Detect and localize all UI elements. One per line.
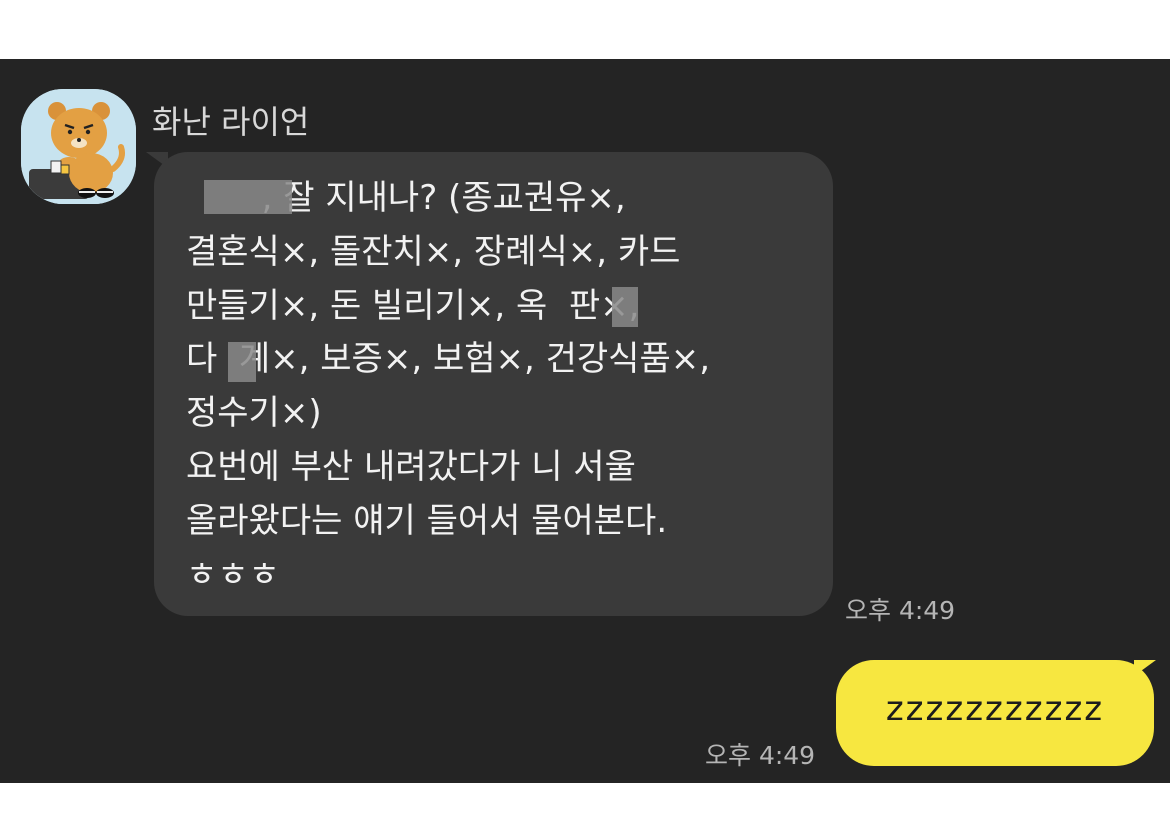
incoming-message-time: 오후 4:49 bbox=[845, 596, 956, 625]
redaction-mark bbox=[228, 342, 256, 382]
outgoing-message-bubble[interactable]: zzzzzzzzzzz bbox=[836, 660, 1154, 766]
outgoing-message-time: 오후 4:49 bbox=[705, 741, 816, 770]
redaction-mark bbox=[204, 180, 292, 214]
redaction-mark bbox=[612, 287, 638, 327]
sender-name: 화난 라이언 bbox=[152, 103, 310, 141]
incoming-message-text: , 잘 지내나? (종교권유×, 결혼식×, 돌잔치×, 장례식×, 카드 만들… bbox=[186, 178, 711, 595]
chat-room: 화난 라이언 , 잘 지내나? (종교권유×, 결혼식×, 돌잔치×, 장례식×… bbox=[0, 59, 1170, 783]
outgoing-message-text: zzzzzzzzzzz bbox=[885, 689, 1105, 729]
incoming-message-bubble[interactable]: , 잘 지내나? (종교권유×, 결혼식×, 돌잔치×, 장례식×, 카드 만들… bbox=[154, 152, 833, 616]
ryan-character-icon[interactable] bbox=[21, 89, 136, 204]
